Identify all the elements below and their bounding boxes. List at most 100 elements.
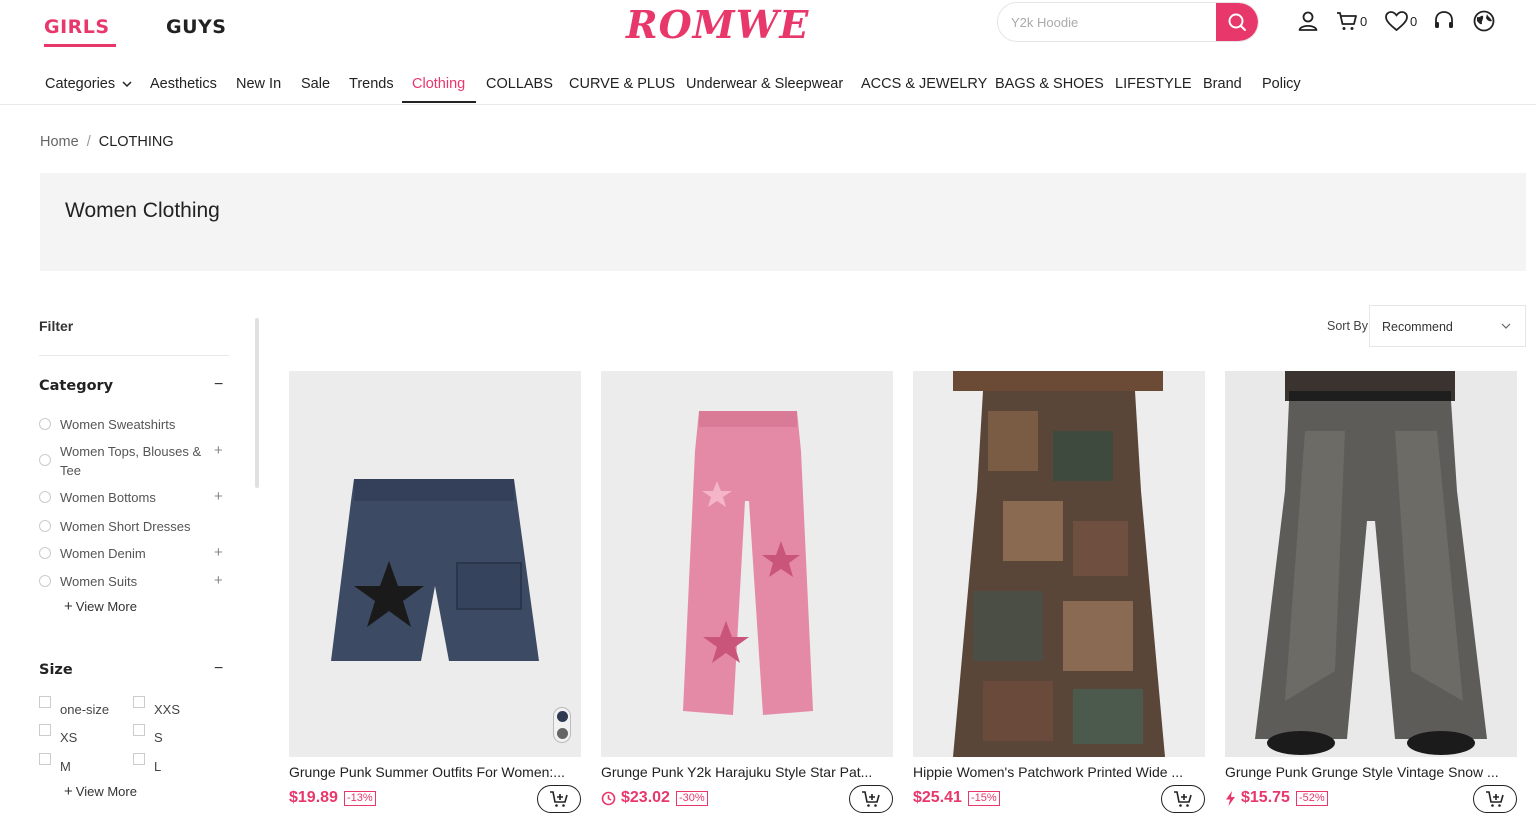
- search-input[interactable]: [998, 3, 1218, 41]
- expand-plus-icon[interactable]: +: [214, 487, 223, 506]
- user-icon: [1298, 11, 1318, 31]
- breadcrumb: Home / CLOTHING: [40, 134, 174, 150]
- add-to-cart-button[interactable]: [1473, 785, 1517, 813]
- product-price: $15.75: [1241, 789, 1290, 806]
- search-icon: [1228, 13, 1246, 31]
- discount-badge: -13%: [343, 790, 376, 806]
- search-bar: [997, 2, 1259, 42]
- nav-sale[interactable]: Sale: [301, 76, 330, 92]
- size-view-more[interactable]: + View More: [64, 783, 137, 800]
- expand-plus-icon[interactable]: +: [214, 571, 223, 590]
- radio-button[interactable]: [39, 418, 51, 430]
- product-title[interactable]: Grunge Punk Grunge Style Vintage Snow ..…: [1225, 764, 1517, 780]
- checkbox[interactable]: [39, 753, 51, 765]
- product-card[interactable]: Grunge Punk Grunge Style Vintage Snow ..…: [1225, 371, 1517, 831]
- heart-icon: [1385, 11, 1408, 32]
- size-option-label: S: [154, 730, 163, 745]
- add-to-cart-button[interactable]: [849, 785, 893, 813]
- nav-underwear-sleepwear[interactable]: Underwear & Sleepwear: [686, 76, 843, 92]
- category-option-label: Women Short Dresses: [60, 519, 191, 534]
- search-button[interactable]: [1216, 3, 1258, 41]
- size-option-label: one-size: [60, 702, 110, 717]
- product-image[interactable]: [289, 371, 581, 757]
- expand-plus-icon[interactable]: +: [214, 441, 223, 460]
- product-price: $23.02: [621, 789, 670, 806]
- radio-button[interactable]: [39, 547, 51, 559]
- category-section-title: Category: [39, 378, 114, 394]
- color-swatch-selector[interactable]: [553, 707, 571, 743]
- chevron-down-icon: [122, 81, 132, 88]
- tab-girls[interactable]: GIRLS: [44, 16, 116, 47]
- sort-dropdown[interactable]: Recommend: [1369, 305, 1526, 347]
- product-image[interactable]: [601, 371, 893, 757]
- plus-icon: +: [64, 783, 73, 800]
- category-option-label: Women Denim: [60, 546, 146, 561]
- wishlist-button[interactable]: 0: [1384, 8, 1417, 34]
- romwe-logo[interactable]: ROMWE: [626, 2, 809, 47]
- nav-categories-label: Categories: [45, 76, 116, 92]
- cart-count: 0: [1360, 13, 1368, 29]
- radio-button[interactable]: [39, 491, 51, 503]
- product-card[interactable]: Grunge Punk Summer Outfits For Women:...…: [289, 371, 581, 831]
- price-row: $19.89 -13%: [289, 787, 376, 809]
- size-section-title: Size: [39, 662, 73, 678]
- sidebar-scrollbar[interactable]: [255, 318, 259, 488]
- size-option-label: L: [154, 759, 162, 774]
- product-price: $19.89: [289, 789, 338, 806]
- site-header: GIRLS GUYS ROMWE 0 0: [0, 0, 1536, 60]
- category-banner: Women Clothing: [40, 173, 1526, 271]
- product-image[interactable]: [1225, 371, 1517, 757]
- checkbox[interactable]: [39, 724, 51, 736]
- category-option-label: Women Bottoms: [60, 490, 156, 505]
- product-image[interactable]: [913, 371, 1205, 757]
- nav-curve-plus[interactable]: CURVE & PLUS: [569, 76, 675, 92]
- checkbox[interactable]: [133, 696, 145, 708]
- nav-lifestyle[interactable]: LIFESTYLE: [1115, 76, 1192, 92]
- product-card[interactable]: Hippie Women's Patchwork Printed Wide ..…: [913, 371, 1205, 831]
- product-title[interactable]: Hippie Women's Patchwork Printed Wide ..…: [913, 764, 1205, 780]
- nav-brand[interactable]: Brand: [1203, 76, 1242, 92]
- add-to-cart-button[interactable]: [537, 785, 581, 813]
- nav-collabs[interactable]: COLLABS: [486, 76, 553, 92]
- checkbox[interactable]: [39, 696, 51, 708]
- radio-button[interactable]: [39, 520, 51, 532]
- headset-icon: [1435, 11, 1453, 28]
- cart-button[interactable]: 0: [1335, 8, 1367, 34]
- price-row: $15.75 -52%: [1225, 787, 1328, 809]
- size-option-label: XXS: [154, 702, 181, 717]
- nav-bags-shoes[interactable]: BAGS & SHOES: [995, 76, 1104, 92]
- nav-categories[interactable]: Categories: [45, 76, 132, 92]
- category-view-more[interactable]: + View More: [64, 598, 137, 615]
- price-row: $25.41 -15%: [913, 787, 1000, 809]
- nav-clothing[interactable]: Clothing: [412, 76, 465, 92]
- checkbox[interactable]: [133, 724, 145, 736]
- size-collapse-toggle[interactable]: −: [214, 660, 223, 678]
- product-title[interactable]: Grunge Punk Summer Outfits For Women:...: [289, 764, 581, 780]
- product-card[interactable]: Grunge Punk Y2k Harajuku Style Star Pat.…: [601, 371, 893, 831]
- nav-trends[interactable]: Trends: [349, 76, 394, 92]
- main-nav: Categories Aesthetics New In Sale Trends…: [0, 60, 1536, 105]
- add-to-cart-icon: [550, 791, 568, 807]
- category-option-label: Women Suits: [60, 574, 138, 589]
- account-button[interactable]: [1296, 8, 1320, 34]
- discount-badge: -15%: [967, 790, 1000, 806]
- size-option-label: XS: [60, 730, 78, 745]
- nav-new-in[interactable]: New In: [236, 76, 281, 92]
- region-button[interactable]: [1472, 8, 1496, 34]
- tab-guys[interactable]: GUYS: [166, 16, 226, 38]
- category-collapse-toggle[interactable]: −: [214, 376, 223, 394]
- view-more-label: View More: [75, 784, 137, 799]
- nav-active-indicator: [402, 101, 476, 103]
- radio-button[interactable]: [39, 454, 51, 466]
- nav-aesthetics[interactable]: Aesthetics: [150, 76, 217, 92]
- breadcrumb-home[interactable]: Home: [40, 134, 79, 150]
- nav-policy[interactable]: Policy: [1262, 76, 1301, 92]
- add-to-cart-button[interactable]: [1161, 785, 1205, 813]
- add-to-cart-icon: [862, 791, 880, 807]
- product-title[interactable]: Grunge Punk Y2k Harajuku Style Star Pat.…: [601, 764, 893, 780]
- radio-button[interactable]: [39, 575, 51, 587]
- support-button[interactable]: [1433, 8, 1455, 34]
- expand-plus-icon[interactable]: +: [214, 543, 223, 562]
- checkbox[interactable]: [133, 753, 145, 765]
- nav-accs-jewelry[interactable]: ACCS & JEWELRY: [861, 76, 987, 92]
